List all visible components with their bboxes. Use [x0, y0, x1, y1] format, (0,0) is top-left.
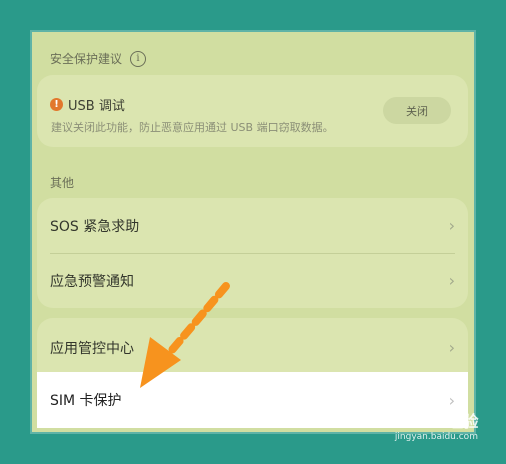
sos-emergency-label: SOS 紧急求助 — [50, 218, 140, 235]
watermark-url: jingyan.baidu.com — [394, 432, 478, 442]
usb-debug-card: ! USB 调试 建议关闭此功能，防止恶意应用通过 USB 端口窃取数据。 关闭 — [37, 75, 468, 147]
usb-debug-title: USB 调试 — [68, 99, 125, 114]
app-control-row[interactable]: 应用管控中心 › — [37, 320, 468, 375]
sim-protection-label: SIM 卡保护 — [50, 393, 122, 409]
app-control-label: 应用管控中心 — [50, 340, 134, 357]
emergency-alert-row[interactable]: 应急预警通知 › — [37, 253, 468, 308]
settings-screen: 安全保护建议 i ! USB 调试 建议关闭此功能，防止恶意应用通过 USB 端… — [32, 32, 474, 432]
chevron-right-icon: › — [448, 271, 455, 290]
usb-close-button[interactable]: 关闭 — [383, 97, 451, 124]
other-settings-card: SOS 紧急求助 › 应急预警通知 › — [37, 198, 468, 308]
sos-emergency-row[interactable]: SOS 紧急求助 › — [37, 198, 468, 253]
emergency-alert-label: 应急预警通知 — [50, 273, 134, 290]
usb-debug-header: ! USB 调试 — [50, 95, 125, 114]
chevron-right-icon: › — [448, 390, 455, 410]
app-control-card: 应用管控中心 › — [37, 318, 468, 378]
info-icon[interactable]: i — [130, 50, 147, 67]
security-section-header: 安全保护建议 i — [50, 50, 147, 67]
other-section-header: 其他 — [50, 174, 74, 191]
security-section-title: 安全保护建议 — [50, 52, 123, 66]
other-section-title: 其他 — [50, 176, 75, 190]
chevron-right-icon: › — [448, 338, 455, 357]
chevron-right-icon: › — [448, 216, 455, 235]
watermark-brand: Bai du 经验 — [388, 412, 478, 431]
warning-icon: ! — [50, 98, 63, 111]
watermark: Bai du 经验 jingyan.baidu.com — [388, 408, 478, 442]
usb-debug-description: 建议关闭此功能，防止恶意应用通过 USB 端口窃取数据。 — [51, 121, 334, 134]
